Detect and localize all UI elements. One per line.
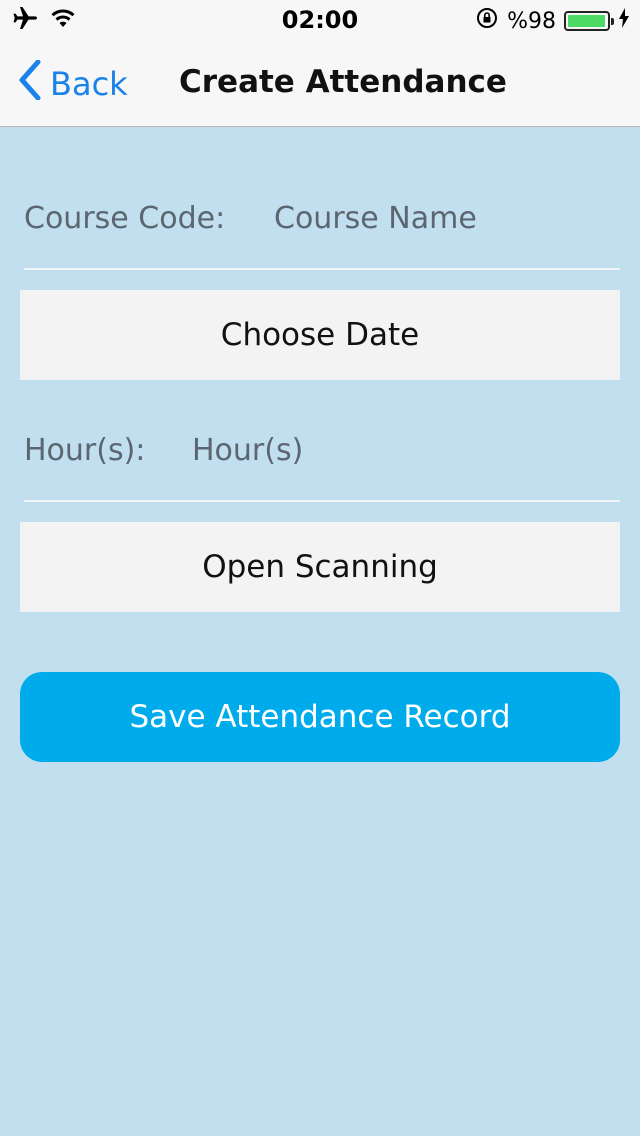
hours-label: Hour(s):	[24, 433, 146, 468]
course-code-label: Course Code:	[24, 201, 226, 236]
battery-percent: %98	[507, 8, 556, 34]
hours-field-row: Hour(s): Hour(s)	[24, 433, 620, 502]
back-button[interactable]: Back	[18, 59, 128, 108]
page-title: Create Attendance	[179, 64, 507, 100]
rotation-lock-icon	[475, 6, 499, 36]
navigation-bar: Back Create Attendance	[0, 40, 640, 127]
chevron-left-icon	[18, 59, 42, 108]
choose-date-button[interactable]: Choose Date	[20, 290, 620, 380]
battery-nub	[611, 18, 614, 25]
battery-fill	[568, 15, 605, 27]
course-field-row: Course Code: Course Name	[24, 201, 620, 270]
save-attendance-button[interactable]: Save Attendance Record	[20, 672, 620, 762]
battery-icon	[564, 11, 614, 31]
status-bar: 02:00 %98	[0, 0, 640, 40]
hours-field[interactable]: Hour(s)	[192, 433, 303, 468]
status-right: %98	[475, 6, 630, 36]
back-label: Back	[50, 65, 128, 103]
open-scanning-button[interactable]: Open Scanning	[20, 522, 620, 612]
charging-bolt-icon	[618, 7, 630, 35]
course-name-field[interactable]: Course Name	[274, 201, 477, 236]
